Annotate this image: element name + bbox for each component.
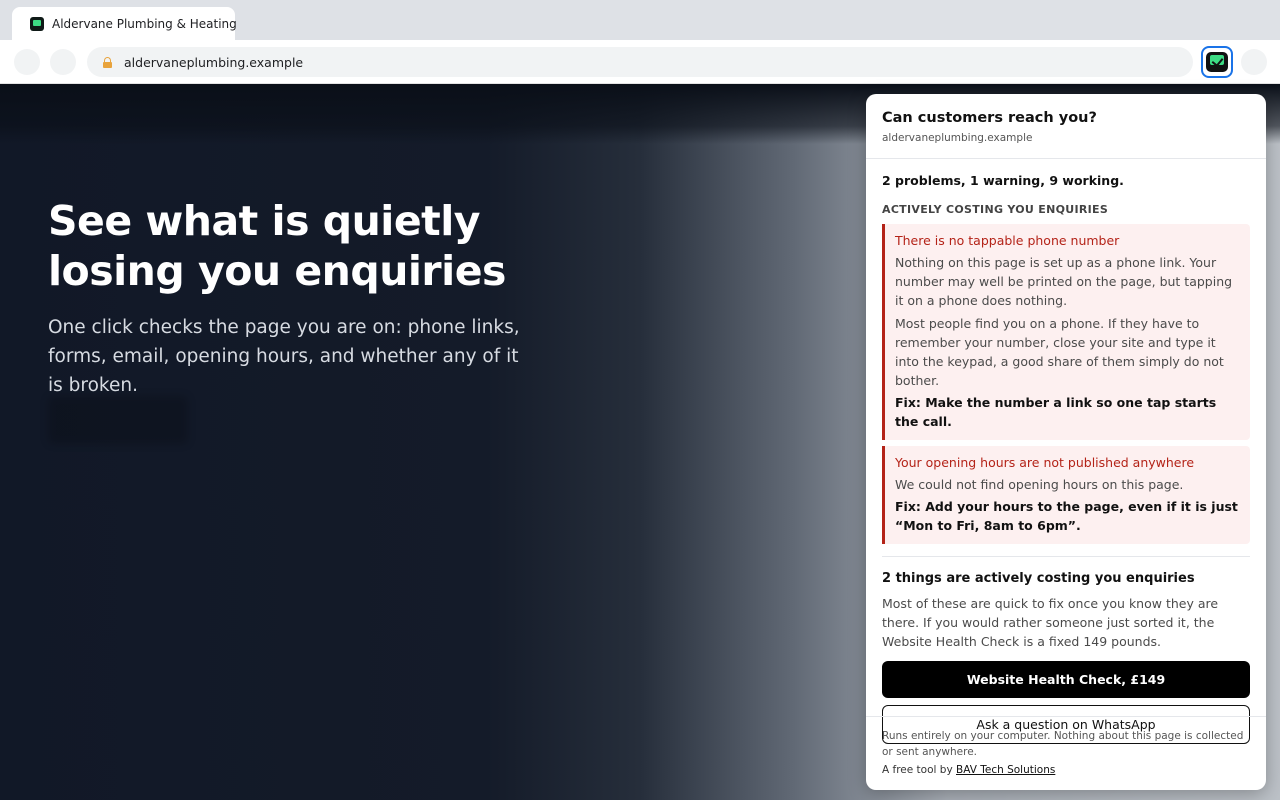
- back-button[interactable]: [14, 49, 40, 75]
- issue-fix: Fix: Make the number a link so one tap s…: [895, 395, 1217, 429]
- credit-prefix: A free tool by: [882, 764, 956, 776]
- issue-card: There is no tappable phone number Nothin…: [882, 224, 1250, 440]
- forward-button[interactable]: [50, 49, 76, 75]
- bav-tech-link[interactable]: BAV Tech Solutions: [956, 764, 1055, 776]
- cta-title: 2 things are actively costing you enquir…: [882, 571, 1195, 586]
- profile-button[interactable]: [1241, 49, 1267, 75]
- issue-text: We could not find opening hours on this …: [895, 477, 1184, 492]
- browser-tab[interactable]: Aldervane Plumbing & Heating: [12, 7, 237, 41]
- lock-icon[interactable]: [103, 56, 112, 68]
- popup-header: Can customers reach you? aldervaneplumbi…: [866, 94, 1266, 159]
- issue-title: Your opening hours are not published any…: [895, 455, 1195, 470]
- tab-title: Aldervane Plumbing & Heating: [52, 17, 237, 31]
- url-text[interactable]: aldervaneplumbing.example: [124, 55, 303, 70]
- popup-body: 2 problems, 1 warning, 9 working. ACTIVE…: [866, 159, 1266, 744]
- extension-popup: Can customers reach you? aldervaneplumbi…: [866, 94, 1266, 790]
- hero-cta-button[interactable]: [48, 396, 188, 444]
- popup-domain: aldervaneplumbing.example: [882, 132, 1033, 144]
- reach-check-extension-icon: [1206, 52, 1228, 72]
- extension-button[interactable]: [1201, 46, 1233, 78]
- address-bar[interactable]: aldervaneplumbing.example: [87, 47, 1193, 77]
- site-favicon-icon: [30, 17, 44, 31]
- section-heading: ACTIVELY COSTING YOU ENQUIRIES: [882, 203, 1109, 216]
- popup-footer: Runs entirely on your computer. Nothing …: [866, 716, 1266, 776]
- privacy-note: Runs entirely on your computer. Nothing …: [882, 730, 1244, 758]
- cta-text: Most of these are quick to fix once you …: [882, 596, 1219, 649]
- issue-fix: Fix: Add your hours to the page, even if…: [895, 499, 1238, 533]
- divider: [882, 556, 1250, 557]
- tab-strip: Aldervane Plumbing & Heating: [0, 0, 1280, 41]
- check-summary: 2 problems, 1 warning, 9 working.: [882, 173, 1124, 188]
- browser-toolbar: aldervaneplumbing.example: [0, 40, 1280, 84]
- issue-title: There is no tappable phone number: [895, 233, 1120, 248]
- hero-title: See what is quietly losing you enquiries: [48, 197, 506, 295]
- issue-text: Most people find you on a phone. If they…: [895, 316, 1224, 388]
- popup-title: Can customers reach you?: [882, 110, 1097, 126]
- hero-subtitle: One click checks the page you are on: ph…: [48, 317, 520, 396]
- issue-text: Nothing on this page is set up as a phon…: [895, 255, 1233, 308]
- health-check-button[interactable]: Website Health Check, £149: [882, 661, 1250, 698]
- issue-card: Your opening hours are not published any…: [882, 446, 1250, 544]
- footer-credit: A free tool by BAV Tech Solutions: [882, 764, 1250, 776]
